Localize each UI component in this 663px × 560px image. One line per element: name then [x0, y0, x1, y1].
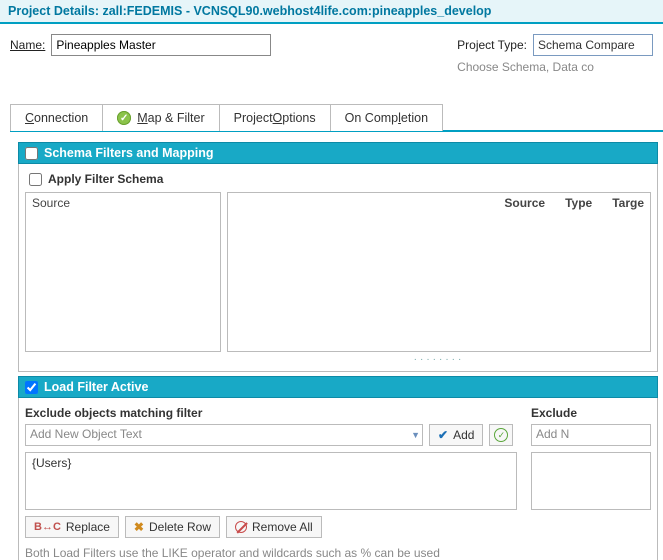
col-source: Source	[504, 196, 545, 210]
project-type-hint: Choose Schema, Data co	[457, 60, 594, 74]
list-item[interactable]: {Users}	[32, 456, 510, 470]
filter-hint: Both Load Filters use the LIKE operator …	[25, 546, 521, 560]
apply-filter-schema-checkbox[interactable]	[29, 173, 42, 186]
check-circle-icon: ✓	[494, 428, 508, 442]
load-filter-header: Load Filter Active	[18, 376, 658, 398]
chevron-down-icon[interactable]: ▼	[411, 430, 420, 440]
tab-connection[interactable]: Connection	[10, 104, 103, 131]
replace-button[interactable]: B↔C Replace	[25, 516, 119, 538]
no-icon	[235, 521, 247, 533]
col-target: Targe	[612, 196, 644, 210]
exclude-list-right[interactable]	[531, 452, 651, 510]
add-object-text-input[interactable]: Add New Object Text ▼	[25, 424, 423, 446]
col-type: Type	[565, 196, 592, 210]
load-filter-active-checkbox[interactable]	[25, 381, 38, 394]
project-type-select[interactable]: Schema Compare	[533, 34, 653, 56]
mapping-grid[interactable]: Source Type Targe	[227, 192, 651, 352]
schema-panel-header: Schema Filters and Mapping	[18, 142, 658, 164]
exclude-right-label: Exclude	[531, 406, 651, 420]
load-filter-panel: Load Filter Active Exclude objects match…	[18, 376, 658, 560]
resize-handle-icon[interactable]: ········	[227, 354, 651, 365]
name-input[interactable]	[51, 34, 271, 56]
delete-row-button[interactable]: ✖ Delete Row	[125, 516, 220, 538]
tabs: Connection ✓ Map & Filter Project Option…	[10, 104, 663, 131]
add-object-text-input-right[interactable]: Add N	[531, 424, 651, 446]
check-icon: ✔	[438, 428, 448, 442]
check-icon: ✓	[117, 111, 131, 125]
exclude-left-label: Exclude objects matching filter	[25, 406, 521, 420]
tab-map-and-filter[interactable]: ✓ Map & Filter	[102, 104, 219, 131]
accept-all-button[interactable]: ✓	[489, 424, 513, 446]
apply-filter-schema-label: Apply Filter Schema	[48, 172, 163, 186]
project-type-value: Schema Compare	[538, 38, 635, 52]
project-type-label: Project Type:	[457, 38, 527, 52]
tab-on-completion[interactable]: On Completion	[330, 104, 443, 131]
schema-header-checkbox[interactable]	[25, 147, 38, 160]
remove-all-button[interactable]: Remove All	[226, 516, 322, 538]
replace-icon: B↔C	[34, 521, 61, 533]
add-button[interactable]: ✔ Add	[429, 424, 483, 446]
name-label: Name:	[10, 38, 45, 52]
delete-icon: ✖	[134, 520, 144, 534]
source-list[interactable]: Source	[25, 192, 221, 352]
window-title: Project Details: zall:FEDEMIS - VCNSQL90…	[0, 0, 663, 24]
load-filter-header-label: Load Filter Active	[44, 380, 148, 394]
schema-panel: Schema Filters and Mapping Apply Filter …	[18, 142, 658, 372]
schema-header-label: Schema Filters and Mapping	[44, 146, 213, 160]
exclude-list-left[interactable]: {Users}	[25, 452, 517, 510]
source-list-header: Source	[32, 196, 214, 210]
tab-project-options[interactable]: Project Options	[219, 104, 331, 131]
